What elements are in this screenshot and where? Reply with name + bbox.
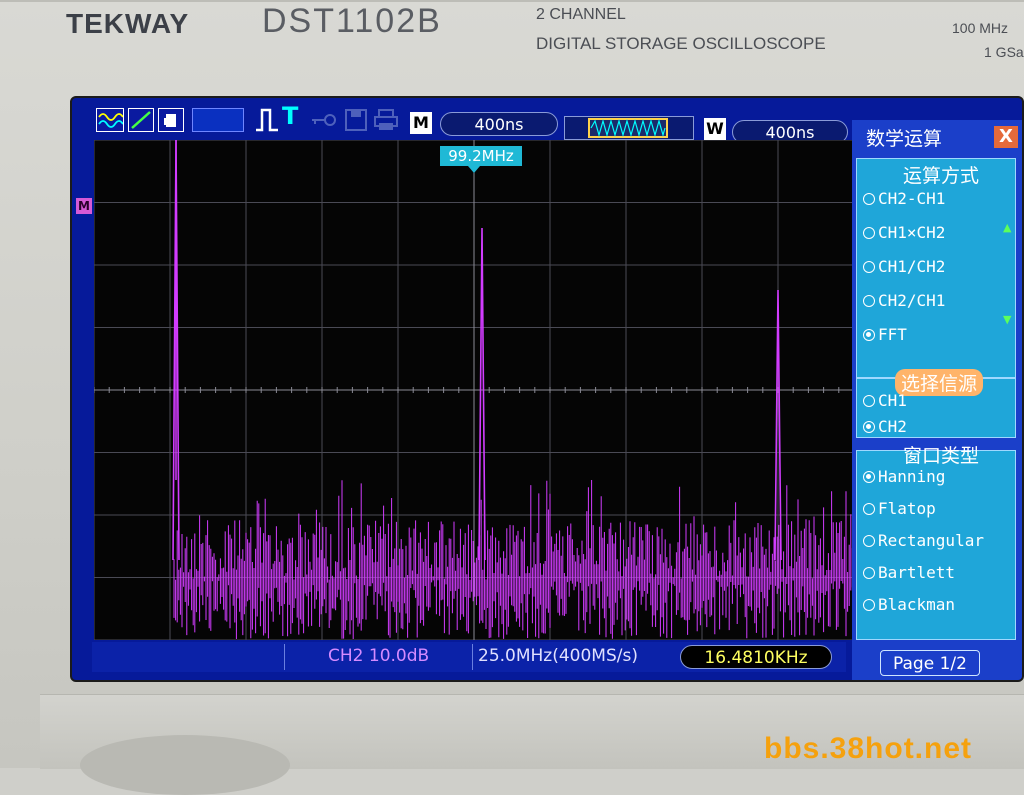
brand-logo: TEKWAY xyxy=(66,8,190,39)
radio-icon xyxy=(863,295,875,307)
main-timebase-value[interactable]: 400ns xyxy=(440,112,558,136)
fft-spectrum-svg xyxy=(93,139,855,641)
main-timebase-label: M xyxy=(410,112,432,134)
span-readout: 25.0MHz(400MS/s) xyxy=(478,646,638,666)
window-panel: 窗口类型 Hanning Flatop Rectangular Bartlett… xyxy=(856,445,1016,640)
printer-icon xyxy=(372,108,400,132)
trigger-icon[interactable]: T xyxy=(282,102,298,130)
window-blackman[interactable]: Blackman xyxy=(863,595,955,614)
page-button[interactable]: Page 1/2 xyxy=(880,650,980,676)
channel-scale-readout: CH2 10.0dB xyxy=(328,646,430,666)
math-marker[interactable]: M xyxy=(76,198,92,214)
window-rectangular[interactable]: Rectangular xyxy=(863,531,984,550)
peak-center xyxy=(478,227,486,561)
model-number: DST1102B xyxy=(262,2,442,40)
section-source: 选择信源 xyxy=(895,369,984,396)
section-operation: 运算方式 xyxy=(903,165,980,187)
window-hanning[interactable]: Hanning xyxy=(863,467,945,486)
radio-icon xyxy=(863,535,875,547)
op-ch2-ch1[interactable]: CH2-CH1 xyxy=(863,189,945,208)
scroll-up-icon[interactable]: ▲ xyxy=(1003,221,1011,234)
status-slot xyxy=(192,108,244,132)
operation-panel: 运算方式 CH2-CH1 CH1×CH2 ▲ CH1/CH2 CH2/CH1 ▼… xyxy=(856,158,1016,378)
status-bar: CH2 10.0dB 25.0MHz(400MS/s) 16.4810KHz xyxy=(92,642,846,672)
status-divider xyxy=(284,644,285,670)
sample-rate-spec: 1 GSa xyxy=(984,44,1024,60)
bandwidth-spec: 100 MHz xyxy=(952,20,1009,36)
waveform-icon[interactable] xyxy=(96,108,124,132)
oscilloscope-screen: T M 400ns W 400ns M 99.2MHz CH2 10.0dB 2… xyxy=(70,96,1024,682)
op-fft[interactable]: FFT xyxy=(863,325,907,344)
window-flatop[interactable]: Flatop xyxy=(863,499,936,518)
source-ch1[interactable]: CH1 xyxy=(863,391,907,410)
window-timebase-label: W xyxy=(704,118,726,140)
radio-icon xyxy=(863,261,875,273)
control-knob[interactable] xyxy=(80,735,290,795)
cursor-marker xyxy=(468,166,480,173)
pulse-icon[interactable] xyxy=(254,106,280,134)
radio-icon xyxy=(863,503,875,515)
radio-selected-icon xyxy=(863,471,875,483)
radio-icon xyxy=(863,193,875,205)
close-button[interactable]: X xyxy=(994,126,1018,148)
frequency-readout: 16.4810KHz xyxy=(680,645,832,669)
op-ch2-div-ch1[interactable]: CH2/CH1 xyxy=(863,291,945,310)
window-overview[interactable] xyxy=(564,116,694,140)
hand-icon[interactable] xyxy=(158,108,184,132)
radio-icon xyxy=(863,227,875,239)
device-descriptor: DIGITAL STORAGE OSCILLOSCOPE xyxy=(536,34,826,53)
channel-descriptor: 2 CHANNEL xyxy=(536,6,626,23)
bezel-rule xyxy=(0,0,1024,2)
line-icon[interactable] xyxy=(128,108,154,132)
radio-selected-icon xyxy=(863,329,875,341)
fft-plot xyxy=(93,139,855,641)
op-ch1-div-ch2[interactable]: CH1/CH2 xyxy=(863,257,945,276)
status-divider xyxy=(472,644,473,670)
fft-noise-trace xyxy=(173,480,853,639)
source-panel: 选择信源 CH1 CH2 xyxy=(856,369,1016,438)
radio-icon xyxy=(863,395,875,407)
key-icon xyxy=(310,108,338,132)
disk-icon xyxy=(342,108,370,132)
radio-icon xyxy=(863,599,875,611)
cursor-frequency-label: 99.2MHz xyxy=(440,146,522,166)
section-window: 窗口类型 xyxy=(903,445,980,467)
window-bartlett[interactable]: Bartlett xyxy=(863,563,955,582)
radio-selected-icon xyxy=(863,421,875,433)
watermark: bbs.38hot.net xyxy=(764,732,973,765)
source-ch2[interactable]: CH2 xyxy=(863,417,907,436)
op-ch1-x-ch2[interactable]: CH1×CH2 xyxy=(863,223,945,242)
radio-icon xyxy=(863,567,875,579)
math-menu: 数学运算 X 运算方式 CH2-CH1 CH1×CH2 ▲ CH1/CH2 CH… xyxy=(852,120,1022,680)
menu-title: 数学运算 xyxy=(866,128,943,150)
scroll-down-icon[interactable]: ▼ xyxy=(1003,313,1011,326)
